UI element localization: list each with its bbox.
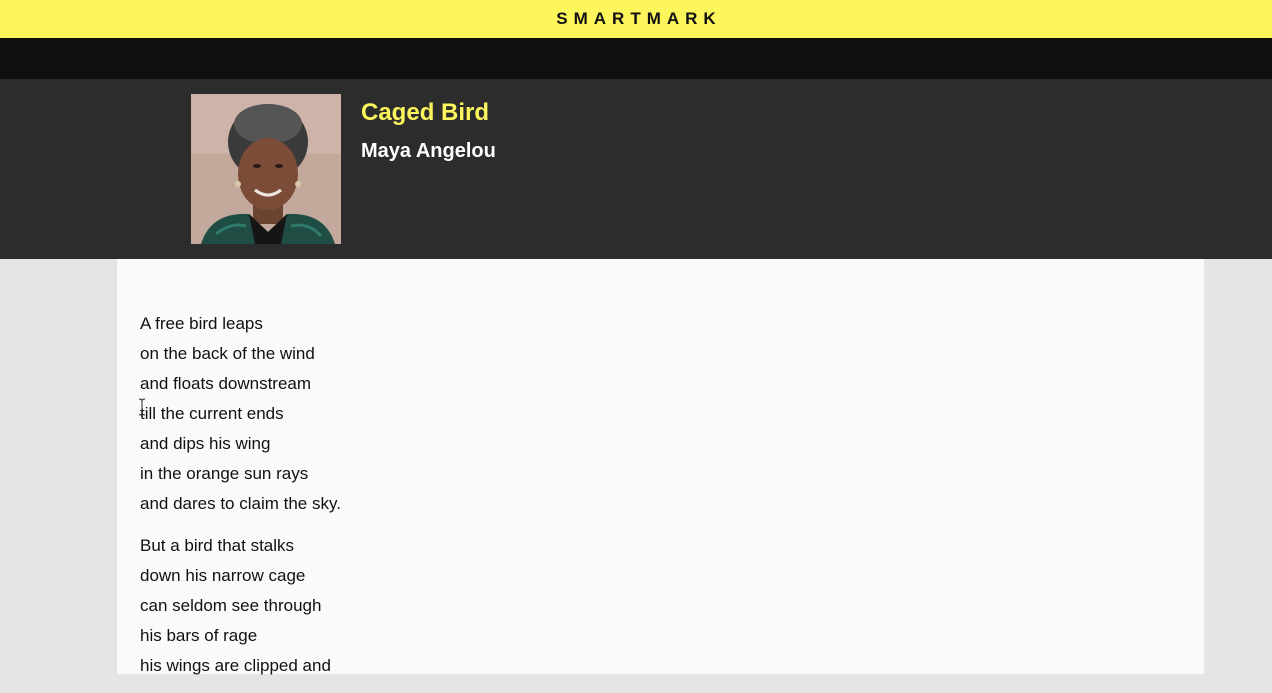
poem-author[interactable]: Maya Angelou <box>361 140 496 163</box>
poem-line: and dares to claim the sky. <box>140 494 341 513</box>
brand-bar: SMARTMARK <box>0 0 1272 38</box>
poem-line: his bars of rage <box>140 626 258 645</box>
poem-line: But a bird that stalks <box>140 536 295 555</box>
stanza-1: A free bird leaps on the back of the win… <box>140 309 341 519</box>
poem-line: A free bird leaps <box>140 314 263 333</box>
nav-band <box>0 38 1272 79</box>
poem-line: his wings are clipped and <box>140 656 331 675</box>
poem-line: and floats downstream <box>140 374 312 393</box>
poem-line: down his narrow cage <box>140 566 306 585</box>
poem-card: A free bird leaps on the back of the win… <box>117 259 1204 675</box>
poem-line: and dips his wing <box>140 434 271 453</box>
poem-line: in the orange sun rays <box>140 464 309 483</box>
text-cursor-icon <box>138 398 146 416</box>
poem-line: till the current ends <box>140 404 284 423</box>
poem-header: Caged Bird Maya Angelou <box>0 79 1272 259</box>
poem-body: A free bird leaps on the back of the win… <box>140 309 341 693</box>
poem-line: can seldom see through <box>140 596 322 615</box>
brand-logo[interactable]: SMARTMARK <box>550 9 721 29</box>
poem-title: Caged Bird <box>361 99 490 126</box>
poem-line: on the back of the wind <box>140 344 315 363</box>
author-photo <box>191 94 341 244</box>
stanza-2: But a bird that stalks down his narrow c… <box>140 531 341 681</box>
